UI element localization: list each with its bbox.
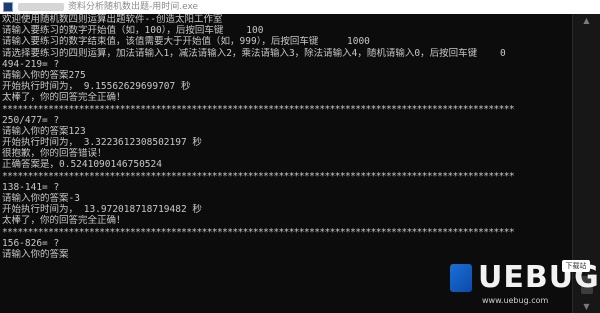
window-title: 资料分析随机数出题-用时间.exe: [68, 2, 199, 12]
console-line: 太棒了，你的回答完全正确！: [2, 92, 126, 104]
console-line: 494-219= ?: [2, 58, 60, 70]
console-line: 太棒了，你的回答完全正确！: [2, 215, 126, 227]
console-line: 开始执行时间为， 9.15562629699707 秒: [2, 81, 191, 93]
watermark-badge: 下载站: [562, 260, 590, 272]
title-redacted-path: [18, 3, 64, 11]
console-window: 资料分析随机数出题-用时间.exe 欢迎使用随机数四则运算出题软件--创造太阳工…: [0, 0, 600, 313]
watermark-logo-icon: [450, 264, 472, 292]
console-line: 250/477= ?: [2, 114, 60, 126]
console-line: 请输入要练习的数字结束值，该值需要大于开始值（如，999），后按回车键 1000: [2, 36, 370, 48]
console-line: 欢迎使用随机数四则运算出题软件--创造太阳工作室: [2, 14, 223, 25]
console-line: 开始执行时间为， 3.3223612308502197 秒: [2, 137, 202, 149]
console-line: 请输入你的答案-3: [2, 193, 80, 204]
console-line: 138-141= ?: [2, 181, 60, 193]
separator-line: ****************************************…: [2, 103, 515, 115]
separator-line: ****************************************…: [2, 170, 515, 182]
console-line: 请选择要练习的四则运算，加法请输入1，减法请输入2，乘法请输入3，除法请输入4，…: [2, 47, 506, 59]
console-line: 开始执行时间为， 13.972018718719482 秒: [2, 204, 202, 216]
site-watermark: UEBUG 下载站 www.uebug.com: [444, 258, 599, 310]
title-bar[interactable]: 资料分析随机数出题-用时间.exe: [0, 0, 600, 14]
console-line: 156-826= ?: [2, 237, 60, 249]
console-line: 请输入你的答案275: [2, 69, 86, 81]
console-line: 很抱歉，你的回答错误！: [2, 148, 107, 160]
watermark-url: www.uebug.com: [482, 296, 549, 305]
console-line: 请输入你的答案123: [2, 125, 86, 137]
console-line: 请输入要练习的数字开始值（如，100），后按回车键 100: [2, 25, 264, 37]
separator-line: ****************************************…: [2, 226, 515, 238]
scroll-up-arrow-icon[interactable]: ▲: [583, 16, 589, 25]
app-icon: [3, 2, 13, 12]
console-line: 正确答案是，0.5241090146750524: [2, 159, 162, 171]
